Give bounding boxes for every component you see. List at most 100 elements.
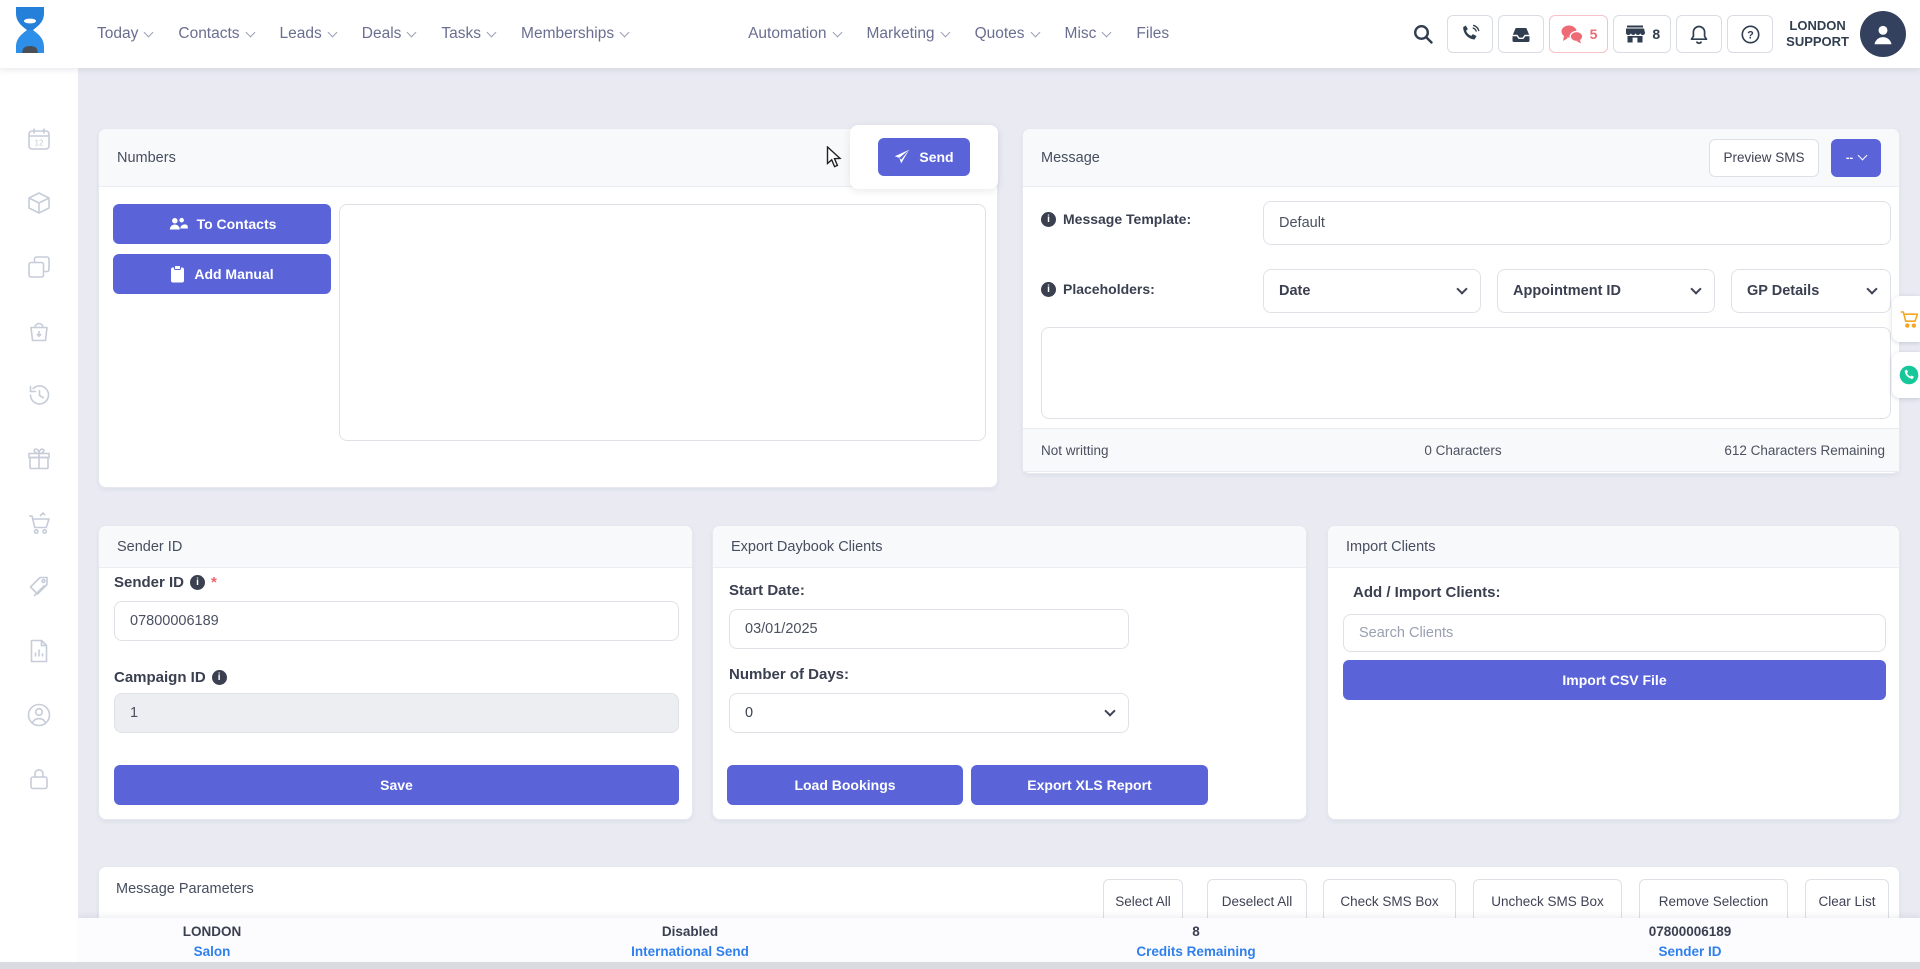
- message-textarea[interactable]: [1041, 327, 1891, 419]
- nav-item-marketing[interactable]: Marketing: [867, 25, 949, 43]
- sidebar-user-icon[interactable]: [26, 702, 52, 728]
- export-xls-button[interactable]: Export XLS Report: [971, 765, 1208, 805]
- placeholder-select-date[interactable]: Date: [1263, 269, 1481, 313]
- footer-international-group: Disabled International Send: [631, 922, 749, 961]
- nav-item-today[interactable]: Today: [97, 25, 152, 43]
- chevron-down-icon: [487, 27, 497, 37]
- question-icon: ?: [1740, 24, 1761, 45]
- international-send-value: Disabled: [631, 922, 749, 942]
- export-daybook-title: Export Daybook Clients: [731, 539, 883, 555]
- sender-id-panel-header: Sender ID: [99, 526, 692, 568]
- notifications-button[interactable]: [1676, 15, 1722, 53]
- chevron-down-icon: [245, 27, 255, 37]
- sender-id-label: Sender ID i *: [114, 574, 217, 591]
- inbox-button[interactable]: [1498, 15, 1544, 53]
- nav-item-contacts[interactable]: Contacts: [178, 25, 253, 43]
- numbers-title: Numbers: [117, 150, 176, 166]
- sidebar-tags-icon[interactable]: [26, 574, 52, 600]
- campaign-id-input[interactable]: [114, 693, 679, 733]
- person-icon: [1870, 21, 1896, 47]
- store-button[interactable]: 8: [1613, 15, 1671, 53]
- nav-item-automation[interactable]: Automation: [748, 25, 840, 43]
- sidebar-cube-icon[interactable]: [26, 190, 52, 216]
- credits-remaining-link[interactable]: Credits Remaining: [1136, 942, 1255, 962]
- salon-link[interactable]: Salon: [183, 942, 242, 962]
- salon-value: LONDON: [183, 922, 242, 942]
- nav-item-memberships[interactable]: Memberships: [521, 25, 628, 43]
- import-clients-panel-header: Import Clients: [1328, 526, 1899, 568]
- nav-item-files[interactable]: Files: [1136, 25, 1169, 43]
- message-template-input[interactable]: [1263, 201, 1891, 245]
- add-manual-button[interactable]: Add Manual: [113, 254, 331, 294]
- sidebar-gift-icon[interactable]: [26, 446, 52, 472]
- uncheck-sms-box-button[interactable]: Uncheck SMS Box: [1473, 879, 1622, 923]
- number-of-days-select[interactable]: 0: [729, 693, 1129, 733]
- import-csv-button[interactable]: Import CSV File: [1343, 660, 1886, 700]
- start-date-label-text: Start Date:: [729, 582, 805, 599]
- select-all-button[interactable]: Select All: [1103, 879, 1183, 923]
- sender-id-input[interactable]: [114, 601, 679, 641]
- help-button[interactable]: ?: [1727, 15, 1773, 53]
- deselect-all-button[interactable]: Deselect All: [1207, 879, 1307, 923]
- account-line1: LONDON: [1786, 18, 1849, 34]
- message-more-dropdown[interactable]: --: [1831, 139, 1881, 177]
- cart-orange-icon: [1899, 307, 1920, 331]
- phone-button[interactable]: [1447, 15, 1493, 53]
- header-actions: 5 8 ? LONDON SUPPORT: [1412, 0, 1906, 68]
- send-button[interactable]: Send: [878, 138, 970, 176]
- message-panel: Message Preview SMS -- i Message Templat…: [1022, 128, 1900, 474]
- main-nav: Today Contacts Leads Deals Tasks Members…: [97, 0, 1169, 68]
- nav-label: Deals: [362, 25, 402, 43]
- bell-icon: [1689, 24, 1709, 45]
- import-clients-panel: Import Clients Add / Import Clients: Imp…: [1327, 525, 1900, 820]
- chat-button[interactable]: 5: [1549, 15, 1609, 53]
- numbers-textarea[interactable]: [339, 204, 986, 441]
- info-icon: i: [1041, 282, 1056, 297]
- chevron-down-icon: [940, 27, 950, 37]
- nav-item-leads[interactable]: Leads: [280, 25, 336, 43]
- users-icon: [168, 216, 188, 232]
- nav-item-quotes[interactable]: Quotes: [975, 25, 1039, 43]
- app-logo[interactable]: [10, 5, 50, 63]
- nav-label: Marketing: [867, 25, 935, 43]
- start-date-label: Start Date:: [729, 582, 805, 599]
- clear-list-button[interactable]: Clear List: [1805, 879, 1889, 923]
- cart-widget[interactable]: [1892, 296, 1920, 342]
- deselect-all-label: Deselect All: [1222, 894, 1293, 909]
- load-bookings-label: Load Bookings: [794, 777, 895, 793]
- chevron-down-icon: [832, 27, 842, 37]
- user-avatar[interactable]: [1860, 11, 1906, 57]
- sidebar-report-icon[interactable]: [26, 638, 52, 664]
- account-name: LONDON SUPPORT: [1786, 18, 1849, 51]
- nav-item-misc[interactable]: Misc: [1065, 25, 1111, 43]
- phone-widget[interactable]: [1892, 352, 1920, 398]
- uncheck-sms-box-label: Uncheck SMS Box: [1491, 894, 1604, 909]
- nav-item-tasks[interactable]: Tasks: [441, 25, 495, 43]
- search-icon[interactable]: [1412, 23, 1434, 45]
- preview-sms-button[interactable]: Preview SMS: [1709, 139, 1819, 177]
- start-date-input[interactable]: [729, 609, 1129, 649]
- nav-label: Files: [1136, 25, 1169, 43]
- sidebar-shopping-bag-icon[interactable]: [26, 318, 52, 344]
- placeholder-select-appointment[interactable]: Appointment ID: [1497, 269, 1715, 313]
- sidebar-calendar-icon[interactable]: 12: [26, 126, 52, 152]
- campaign-id-label: Campaign ID i: [114, 669, 227, 686]
- international-send-link[interactable]: International Send: [631, 942, 749, 962]
- sidebar-lock-icon[interactable]: [26, 766, 52, 792]
- footer-sender-id-link[interactable]: Sender ID: [1649, 942, 1732, 962]
- load-bookings-button[interactable]: Load Bookings: [727, 765, 963, 805]
- search-clients-input[interactable]: [1343, 614, 1886, 652]
- placeholder-select-gp[interactable]: GP Details: [1731, 269, 1891, 313]
- sidebar-history-icon[interactable]: [26, 382, 52, 408]
- save-button[interactable]: Save: [114, 765, 679, 805]
- check-sms-box-button[interactable]: Check SMS Box: [1323, 879, 1456, 923]
- window-bottom-strip: [0, 962, 1920, 969]
- to-contacts-button[interactable]: To Contacts: [113, 204, 331, 244]
- remove-selection-button[interactable]: Remove Selection: [1639, 879, 1788, 923]
- nav-item-deals[interactable]: Deals: [362, 25, 416, 43]
- chevron-down-icon: [1104, 705, 1115, 716]
- sidebar-copy-icon[interactable]: [26, 254, 52, 280]
- number-of-days-label: Number of Days:: [729, 666, 849, 683]
- sidebar-cart-icon[interactable]: [26, 510, 52, 536]
- chevron-down-icon: [1690, 283, 1701, 294]
